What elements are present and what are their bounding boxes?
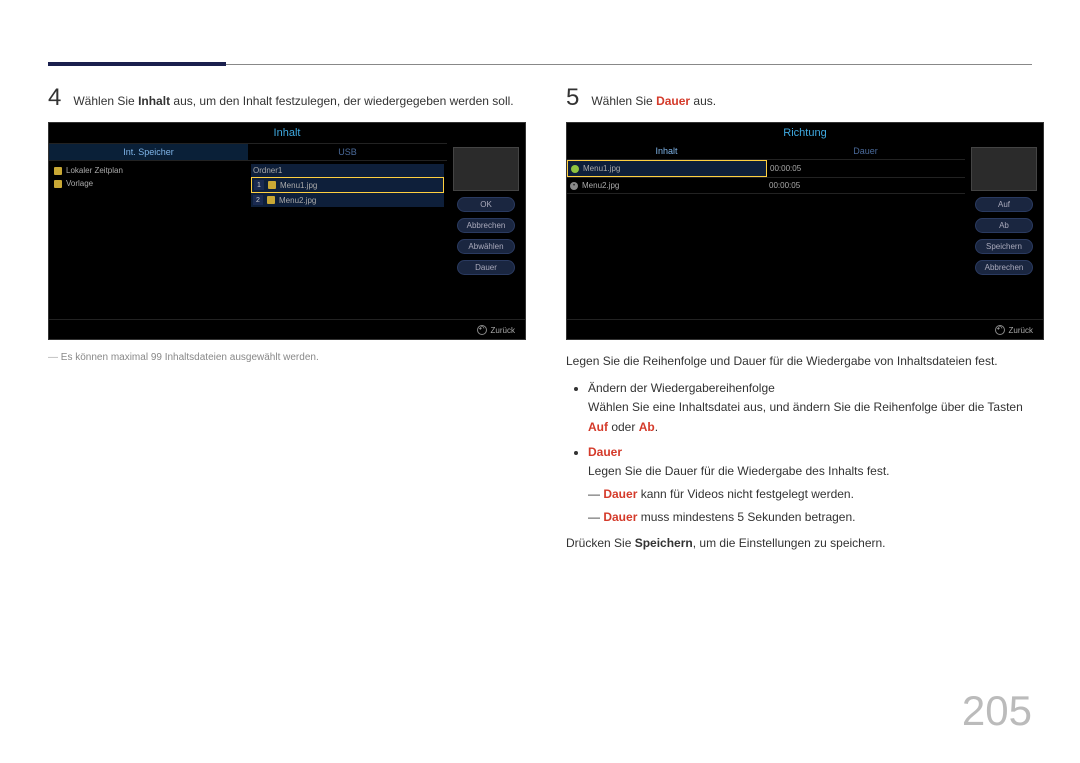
text: oder — [608, 420, 639, 434]
footnote: Es können maximal 99 Inhaltsdateien ausg… — [48, 352, 526, 363]
left-column: 4 Wählen Sie Inhalt aus, um den Inhalt f… — [48, 86, 526, 561]
dialog-footer: ↶ Zurück — [567, 319, 1043, 339]
text: aus. — [690, 94, 716, 108]
screenshot-richtung: Richtung Inhalt Dauer Menu1.jpg 00:00:05… — [566, 122, 1044, 340]
table-row[interactable]: Menu1.jpg 00:00:05 — [567, 160, 965, 178]
usb-list: Ordner1 1 Menu1.jpg 2 Menu2.jpg — [248, 161, 447, 317]
list-item[interactable]: Ordner1 — [251, 164, 444, 177]
dialog-title: Inhalt — [49, 123, 525, 143]
page-number: 205 — [962, 687, 1032, 735]
sub-item: Dauer muss mindestens 5 Sekunden betrage… — [588, 508, 1044, 527]
text: kann für Videos nicht festgelegt werden. — [637, 487, 854, 501]
tabs: Int. Speicher USB — [49, 143, 447, 161]
step-4: 4 Wählen Sie Inhalt aus, um den Inhalt f… — [48, 86, 526, 110]
red-word: Dauer — [656, 94, 690, 108]
red-word: Dauer — [603, 510, 637, 524]
save-button[interactable]: Speichern — [975, 239, 1033, 254]
step-5: 5 Wählen Sie Dauer aus. — [566, 86, 1044, 110]
label: Vorlage — [66, 179, 93, 188]
label: Menu2.jpg — [279, 196, 316, 205]
table-row[interactable]: • Menu2.jpg 00:00:05 — [567, 178, 965, 194]
list-item[interactable]: 2 Menu2.jpg — [251, 193, 444, 207]
step-text: Wählen Sie Inhalt aus, um den Inhalt fes… — [73, 86, 513, 110]
text: Drücken Sie — [566, 536, 635, 550]
step-number: 5 — [566, 86, 579, 110]
column-headers: Inhalt Dauer — [567, 143, 965, 160]
bold-word: Speichern — [635, 536, 693, 550]
red-word: Dauer — [603, 487, 637, 501]
right-column: 5 Wählen Sie Dauer aus. Richtung Inhalt … — [566, 86, 1044, 561]
bold-word: Inhalt — [138, 94, 170, 108]
title: Ändern der Wiedergabereihenfolge — [588, 381, 775, 395]
filename: Menu2.jpg — [582, 181, 619, 190]
header-rule — [226, 64, 1032, 65]
paragraph: Drücken Sie Speichern, um die Einstellun… — [566, 534, 1044, 553]
list-item: Ändern der Wiedergabereihenfolge Wählen … — [588, 379, 1044, 437]
cancel-button[interactable]: Abbrechen — [975, 260, 1033, 275]
list-item[interactable]: Lokaler Zeitplan — [52, 164, 245, 177]
label: Zurück — [491, 326, 515, 335]
duration: 00:00:05 — [770, 164, 801, 173]
text: Legen Sie die Dauer für die Wiedergabe d… — [588, 464, 890, 478]
side-panel: Auf Ab Speichern Abbrechen — [965, 143, 1043, 317]
label: Ordner1 — [253, 166, 282, 175]
paragraph: Legen Sie die Reihenfolge und Dauer für … — [566, 352, 1044, 371]
text: Wählen Sie eine Inhaltsdatei aus, und än… — [588, 400, 1023, 414]
status-icon: • — [570, 182, 578, 190]
text: Wählen Sie — [73, 94, 138, 108]
step-text: Wählen Sie Dauer aus. — [591, 86, 716, 110]
duration-button[interactable]: Dauer — [457, 260, 515, 275]
index-badge: 2 — [253, 195, 263, 205]
duration: 00:00:05 — [769, 181, 800, 190]
label: Menu1.jpg — [280, 181, 317, 190]
cancel-button[interactable]: Abbrechen — [457, 218, 515, 233]
list-item[interactable]: Vorlage — [52, 177, 245, 190]
red-word: Dauer — [588, 445, 622, 459]
dialog-title: Richtung — [567, 123, 1043, 143]
sub-item: Dauer kann für Videos nicht festgelegt w… — [588, 485, 1044, 504]
status-icon — [571, 165, 579, 173]
text: Wählen Sie — [591, 94, 656, 108]
up-button[interactable]: Auf — [975, 197, 1033, 212]
preview-thumb — [453, 147, 519, 191]
label: Lokaler Zeitplan — [66, 166, 123, 175]
ok-button[interactable]: OK — [457, 197, 515, 212]
storage-list: Lokaler Zeitplan Vorlage — [49, 161, 248, 317]
back-control[interactable]: ↶ Zurück — [477, 325, 515, 335]
label: Zurück — [1009, 326, 1033, 335]
step-number: 4 — [48, 86, 61, 110]
text: , um die Einstellungen zu speichern. — [693, 536, 886, 550]
dialog-footer: ↶ Zurück — [49, 319, 525, 339]
bullet-list: Ändern der Wiedergabereihenfolge Wählen … — [588, 379, 1044, 527]
screenshot-inhalt: Inhalt Int. Speicher USB Lokaler Zeitpla… — [48, 122, 526, 340]
list-item: Dauer Legen Sie die Dauer für die Wieder… — [588, 443, 1044, 528]
tab-int-speicher[interactable]: Int. Speicher — [49, 144, 248, 160]
deselect-button[interactable]: Abwählen — [457, 239, 515, 254]
red-word: Ab — [639, 420, 655, 434]
list-item-selected[interactable]: 1 Menu1.jpg — [251, 177, 444, 193]
back-control[interactable]: ↶ Zurück — [995, 325, 1033, 335]
return-icon: ↶ — [995, 325, 1005, 335]
return-icon: ↶ — [477, 325, 487, 335]
text: . — [655, 420, 658, 434]
two-column-layout: 4 Wählen Sie Inhalt aus, um den Inhalt f… — [48, 86, 1032, 561]
preview-thumb — [971, 147, 1037, 191]
index-badge: 1 — [254, 180, 264, 190]
text: aus, um den Inhalt festzulegen, der wied… — [170, 94, 514, 108]
header-dauer: Dauer — [766, 143, 965, 159]
filename: Menu1.jpg — [583, 164, 620, 173]
header-inhalt: Inhalt — [567, 143, 766, 159]
side-panel: OK Abbrechen Abwählen Dauer — [447, 143, 525, 317]
section-underline — [48, 62, 226, 66]
tab-usb[interactable]: USB — [248, 144, 447, 160]
red-word: Auf — [588, 420, 608, 434]
down-button[interactable]: Ab — [975, 218, 1033, 233]
text: muss mindestens 5 Sekunden betragen. — [637, 510, 855, 524]
